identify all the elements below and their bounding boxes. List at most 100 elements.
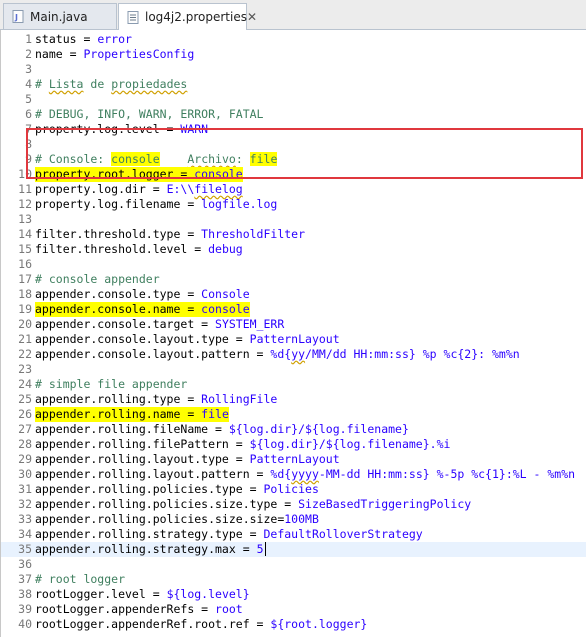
code-text: appender.rolling.strategy.type = Default…	[35, 527, 423, 542]
code-token: logfile.log	[201, 197, 278, 211]
code-text: appender.console.type = Console	[35, 287, 250, 302]
code-line[interactable]: 37 # root logger	[1, 572, 586, 587]
code-line[interactable]: 30 appender.rolling.layout.pattern = %d{y…	[1, 467, 586, 482]
code-text: appender.console.layout.type = PatternLa…	[35, 332, 340, 347]
code-line[interactable]: 8	[1, 137, 586, 152]
code-line[interactable]: 28 appender.rolling.filePattern = ${log.d…	[1, 437, 586, 452]
properties-file-icon	[127, 10, 139, 24]
line-number: 32	[18, 497, 32, 511]
code-line[interactable]: 23	[1, 362, 586, 377]
code-line[interactable]: 36	[1, 557, 586, 572]
code-token: appender.rolling.layout.pattern =	[35, 467, 271, 481]
code-line[interactable]: 40 rootLogger.appenderRef.root.ref = ${ro…	[1, 617, 586, 632]
code-token: appender.rolling.filePattern =	[35, 437, 250, 451]
code-token: rootLogger.appenderRefs =	[35, 602, 216, 616]
code-line[interactable]: 2 name = PropertiesConfig	[1, 47, 586, 62]
code-line[interactable]: 32 appender.rolling.policies.size.type = …	[1, 497, 586, 512]
code-text: appender.rolling.type = RollingFile	[35, 392, 277, 407]
code-token: appender.rolling.policies.size.type =	[35, 497, 299, 511]
code-token: Lista	[48, 77, 84, 91]
code-token: appender.rolling.policies.type =	[35, 482, 264, 496]
code-line[interactable]: 21 appender.console.layout.type = Pattern…	[1, 332, 586, 347]
code-line[interactable]: 18 appender.console.type = Console	[1, 287, 586, 302]
tab-label: log4j2.properties	[145, 10, 247, 24]
code-token: ${log.dir}/${log.filename}	[228, 422, 409, 436]
tab-label: Main.java	[30, 9, 88, 24]
code-token: appender.console.layout.type =	[35, 332, 250, 346]
code-line[interactable]: 22 appender.console.layout.pattern = %d{y…	[1, 347, 586, 362]
line-number: 2	[25, 47, 32, 61]
close-icon[interactable]: ✕	[247, 10, 257, 24]
code-line[interactable]: 17 # console appender	[1, 272, 586, 287]
code-token: console	[111, 152, 160, 166]
code-line[interactable]: 31 appender.rolling.policies.type = Polic…	[1, 482, 586, 497]
code-line[interactable]: 11 property.log.dir = E:\\filelog	[1, 182, 586, 197]
code-token: appender.rolling.fileName =	[35, 422, 229, 436]
code-text: property.log.level = WARN	[35, 122, 208, 137]
code-token: property.log.level =	[35, 122, 181, 136]
code-line[interactable]: 15 filter.threshold.level = debug	[1, 242, 586, 257]
code-token: /MM/dd HH:mm:ss} %p %c{2}: %m%n	[305, 347, 520, 361]
code-text: appender.rolling.filePattern = ${log.dir…	[35, 437, 450, 452]
code-line[interactable]: 3	[1, 62, 586, 77]
code-token: # console appender	[35, 272, 160, 286]
code-line[interactable]: 27 appender.rolling.fileName = ${log.dir}…	[1, 422, 586, 437]
code-line[interactable]: 7 property.log.level = WARN	[1, 122, 586, 137]
code-line[interactable]: 16	[1, 257, 586, 272]
code-token: %d{	[270, 467, 292, 481]
code-line[interactable]: 39 rootLogger.appenderRefs = root	[1, 602, 586, 617]
line-number: 1	[25, 32, 32, 46]
code-line[interactable]: 10 property.root.logger = console	[1, 167, 586, 182]
code-line[interactable]: 33 appender.rolling.policies.size.size=10…	[1, 512, 586, 527]
text-cursor	[264, 542, 266, 556]
code-line[interactable]: 24 # simple file appender	[1, 377, 586, 392]
code-line[interactable]: 26 appender.rolling.name = file	[1, 407, 586, 422]
code-line[interactable]: 34 appender.rolling.strategy.type = Defau…	[1, 527, 586, 542]
code-line[interactable]: 1 status = error	[1, 32, 586, 47]
code-token: root	[215, 602, 243, 616]
code-text: property.root.logger = console	[35, 167, 243, 182]
code-token: console	[194, 167, 243, 181]
line-number: 20	[18, 317, 32, 331]
code-line[interactable]: 14 filter.threshold.type = ThresholdFilte…	[1, 227, 586, 242]
code-token: appender.rolling.type =	[35, 392, 202, 406]
code-line[interactable]: 12 property.log.filename = logfile.log	[1, 197, 586, 212]
code-token: ThresholdFilter	[201, 227, 306, 241]
code-token: appender.rolling.layout.type =	[35, 452, 250, 466]
line-number: 12	[18, 197, 32, 211]
code-text: appender.rolling.fileName = ${log.dir}/$…	[35, 422, 409, 437]
code-token: appender.rolling.strategy.max =	[35, 542, 257, 556]
code-line[interactable]: 13	[1, 212, 586, 227]
code-token: PropertiesConfig	[83, 47, 195, 61]
line-number: 34	[18, 527, 32, 541]
line-number: 30	[18, 467, 32, 481]
code-token: appender.console.name =	[35, 302, 202, 316]
code-text: property.log.dir = E:\\filelog	[35, 182, 243, 197]
code-line[interactable]: 9 # Console: console Archivo: file	[1, 152, 586, 167]
code-text: rootLogger.level = ${log.level}	[35, 587, 250, 602]
line-number: 36	[18, 557, 32, 571]
code-line[interactable]: 38 rootLogger.level = ${log.level}	[1, 587, 586, 602]
code-line[interactable]: 6 # DEBUG, INFO, WARN, ERROR, FATAL	[1, 107, 586, 122]
code-line[interactable]: 25 appender.rolling.type = RollingFile	[1, 392, 586, 407]
code-token: de	[83, 77, 112, 91]
tab-main-java[interactable]: J Main.java	[3, 3, 117, 29]
code-token: file	[201, 407, 229, 421]
code-token: :	[235, 152, 250, 166]
code-token: appender.rolling.strategy.type =	[35, 527, 264, 541]
code-line[interactable]: 4 # Lista de propiedades	[1, 77, 586, 92]
code-token: RollingFile	[201, 392, 278, 406]
line-number: 13	[18, 212, 32, 226]
tab-log4j2-properties[interactable]: log4j2.properties ✕	[118, 3, 257, 30]
code-line[interactable]: 19 appender.console.name = console	[1, 302, 586, 317]
code-line[interactable]: 29 appender.rolling.layout.type = Pattern…	[1, 452, 586, 467]
code-token: error	[97, 32, 132, 46]
line-number: 18	[18, 287, 32, 301]
code-line[interactable]: 5	[1, 92, 586, 107]
code-line[interactable]: 20 appender.console.target = SYSTEM_ERR	[1, 317, 586, 332]
line-number: 28	[18, 437, 32, 451]
line-number: 11	[18, 182, 32, 196]
code-text: appender.rolling.layout.pattern = %d{yyy…	[35, 467, 575, 482]
code-line[interactable]: 35 appender.rolling.strategy.max = 5	[1, 542, 586, 557]
code-editor[interactable]: 1 status = error 2 name = PropertiesConfig 3…	[0, 30, 586, 637]
